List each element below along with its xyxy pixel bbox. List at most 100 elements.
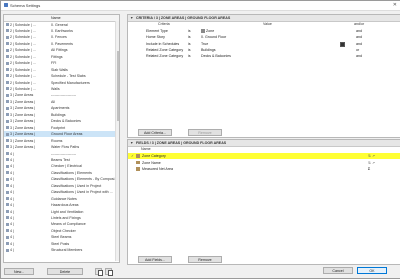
schedule-type: 4 | bbox=[10, 216, 14, 220]
schedule-type: 4 | bbox=[10, 241, 14, 246]
criteria-operator[interactable]: is bbox=[188, 54, 191, 58]
criteria-value[interactable]: True bbox=[201, 42, 208, 46]
list-item[interactable]: 3 | Zone Areas | Footprint bbox=[4, 125, 119, 131]
list-scrollbar[interactable] bbox=[115, 21, 119, 261]
list-item[interactable]: 4 | Classifications | Elements - By Compo… bbox=[4, 176, 119, 182]
list-item[interactable]: 3 | Zone Areas | Ground Floor Areas bbox=[4, 131, 119, 138]
remove-fields-button[interactable]: Remove bbox=[188, 256, 222, 263]
criteria-operator[interactable]: is bbox=[188, 48, 191, 52]
schedule-type: 4 | bbox=[10, 196, 14, 201]
schedule-icon bbox=[6, 74, 9, 78]
schedule-icon bbox=[6, 61, 9, 65]
list-item[interactable]: 2 | Schedule | ... 0. Earthworks bbox=[4, 28, 119, 34]
schedule-type: 2 | Schedule | ... bbox=[10, 48, 36, 53]
field-row[interactable]: Measured Net Area Σ bbox=[128, 166, 400, 172]
list-item[interactable]: 2 | Schedule | ... 0. Fences bbox=[4, 34, 119, 40]
cancel-button[interactable]: Cancel bbox=[323, 267, 353, 274]
schedule-name: Walls bbox=[51, 87, 60, 91]
criteria-row[interactable]: Related Zone Category is Decks & Balconies… bbox=[128, 53, 400, 59]
list-item[interactable]: 2 | Schedule | ... Specified Manufacturer… bbox=[4, 80, 119, 86]
list-item[interactable]: 4 | Beams Test bbox=[4, 157, 119, 163]
delete-button[interactable]: Delete bbox=[47, 268, 83, 275]
list-item[interactable]: 4 | Structural Members bbox=[4, 247, 119, 253]
schedule-type: 2 | Schedule | ... bbox=[10, 41, 36, 46]
list-item[interactable]: 2 | Schedule | ... All Fittings bbox=[4, 47, 119, 53]
sort-arrows-icon[interactable]: ⇅ ↗ bbox=[368, 161, 375, 165]
list-item[interactable]: 4 | Classifications | Used in Project bbox=[4, 183, 119, 189]
list-item[interactable]: 3 | Zone Areas | Decks & Balconies bbox=[4, 118, 119, 124]
list-item[interactable]: 4 | Classifications | Elements bbox=[4, 170, 119, 176]
schedule-name: Classifications | Elements bbox=[51, 170, 92, 175]
criteria-andor[interactable]: or bbox=[356, 48, 359, 52]
criteria-value[interactable]: Decks & Balconies bbox=[201, 54, 231, 58]
criteria-header[interactable]: ▼ CRITERIA / 3 | ZONE AREAS | GROUND FLO… bbox=[128, 15, 400, 22]
collapse-arrow-icon[interactable]: ▼ bbox=[130, 16, 133, 20]
schedule-icon bbox=[6, 151, 9, 155]
list-item[interactable]: 4 | Classifications | Used in Project wit… bbox=[4, 189, 119, 195]
collapse-arrow-icon[interactable]: ▼ bbox=[130, 141, 133, 145]
field-row[interactable]: Zone Name ⇅ ↗ bbox=[128, 160, 400, 166]
criteria-column-header[interactable]: Criteria bbox=[158, 22, 170, 27]
list-item[interactable]: 3 | Zone Areas | Rooms bbox=[4, 138, 119, 144]
fields-name-column-header[interactable]: Name bbox=[141, 147, 151, 152]
schedule-name: Object Checker bbox=[51, 228, 76, 233]
list-item[interactable]: 3 | Zone Areas | All bbox=[4, 99, 119, 105]
sum-icon[interactable]: Σ bbox=[368, 167, 370, 171]
list-item[interactable]: 4 | Steel Beams bbox=[4, 234, 119, 240]
criteria-value[interactable]: 0. Ground Floor bbox=[201, 35, 226, 39]
field-name: Measured Net Area bbox=[142, 167, 173, 172]
criteria-value[interactable]: Buildings bbox=[201, 48, 216, 52]
schedule-type: 3 | Zone Areas | bbox=[10, 112, 36, 117]
add-criteria-button[interactable]: Add Criteria... bbox=[138, 129, 172, 136]
schedule-type: 3 | Zone Areas | bbox=[10, 138, 36, 143]
sort-arrows-icon[interactable]: ⇅ ↗ bbox=[368, 154, 375, 158]
copy-icon[interactable] bbox=[95, 268, 103, 277]
name-column-header[interactable]: Name bbox=[51, 16, 61, 20]
list-item[interactable]: 2 | Schedule | ... Fittings bbox=[4, 54, 119, 60]
criteria-operator[interactable]: is bbox=[188, 35, 191, 39]
list-item[interactable]: 4 | --------------------- bbox=[4, 151, 119, 157]
remove-criteria-button[interactable]: Remove bbox=[188, 129, 222, 136]
list-item[interactable]: 3 | Zone Areas | Water Flow Paths bbox=[4, 144, 119, 150]
criteria-value[interactable]: Zone bbox=[206, 29, 214, 33]
fields-header[interactable]: ▼ FIELDS / 3 | ZONE AREAS | GROUND FLOOR… bbox=[128, 140, 400, 147]
list-item[interactable]: 4 | Object Checker bbox=[4, 228, 119, 234]
criteria-andor[interactable]: and bbox=[356, 42, 362, 46]
list-item[interactable]: 4 | Means of Compliance bbox=[4, 221, 119, 227]
new-button[interactable]: New... bbox=[4, 268, 34, 275]
list-item[interactable]: 2 | Schedule | ... FFI bbox=[4, 60, 119, 66]
list-item[interactable]: 4 | Light and Ventilation bbox=[4, 209, 119, 215]
schedule-type: 2 | Schedule | ... bbox=[10, 22, 36, 27]
close-icon[interactable]: ✕ bbox=[393, 2, 397, 8]
criteria-andor[interactable]: and bbox=[356, 29, 362, 33]
criteria-operator[interactable]: is bbox=[188, 29, 191, 33]
scroll-thumb[interactable] bbox=[116, 51, 119, 121]
criteria-andor[interactable]: and bbox=[356, 54, 362, 58]
andor-column-header[interactable]: and/or bbox=[354, 22, 364, 27]
paste-icon[interactable] bbox=[105, 268, 113, 277]
list-item[interactable]: 4 | Hazardous Areas bbox=[4, 202, 119, 208]
true-checkbox[interactable] bbox=[340, 41, 345, 47]
list-item[interactable]: 3 | Zone Areas | Buildings bbox=[4, 112, 119, 118]
schedule-type: 4 | bbox=[10, 248, 14, 253]
value-column-header[interactable]: Value bbox=[263, 22, 272, 27]
list-item[interactable]: 2 | Schedule | ... Schedule - Test Slabs bbox=[4, 73, 119, 79]
schedule-list: Name 2 | Schedule | ... 0. General 2 | Sch… bbox=[3, 14, 120, 263]
field-row[interactable]: ✓ Zone Category ⇅ ↗ bbox=[128, 153, 400, 160]
list-item[interactable]: 4 | Lintels and Fixings bbox=[4, 215, 119, 221]
criteria-operator[interactable]: is bbox=[188, 42, 191, 46]
list-item[interactable]: 2 | Schedule | ... Walls bbox=[4, 86, 119, 92]
list-item[interactable]: 3 | Zone Areas | Apartments bbox=[4, 105, 119, 111]
list-item[interactable]: 4 | Guidance Notes bbox=[4, 196, 119, 202]
add-fields-button[interactable]: Add Fields... bbox=[138, 256, 172, 263]
list-item[interactable]: 2 | Schedule | ... 0. General bbox=[4, 22, 119, 28]
list-item[interactable]: 3 | Zone Areas --------------------- bbox=[4, 92, 119, 98]
list-item[interactable]: 4 | Checker | Electrical bbox=[4, 163, 119, 169]
list-item[interactable]: 4 | Steel Posts bbox=[4, 241, 119, 247]
criteria-andor[interactable]: and bbox=[356, 35, 362, 39]
schedule-type: 2 | Schedule | ... bbox=[10, 67, 36, 72]
schedule-name: Guidance Notes bbox=[51, 196, 77, 201]
ok-button[interactable]: OK bbox=[357, 267, 387, 274]
list-item[interactable]: 2 | Schedule | ... 0. Pavements bbox=[4, 41, 119, 47]
list-item[interactable]: 2 | Schedule | ... Slab Walls bbox=[4, 67, 119, 73]
